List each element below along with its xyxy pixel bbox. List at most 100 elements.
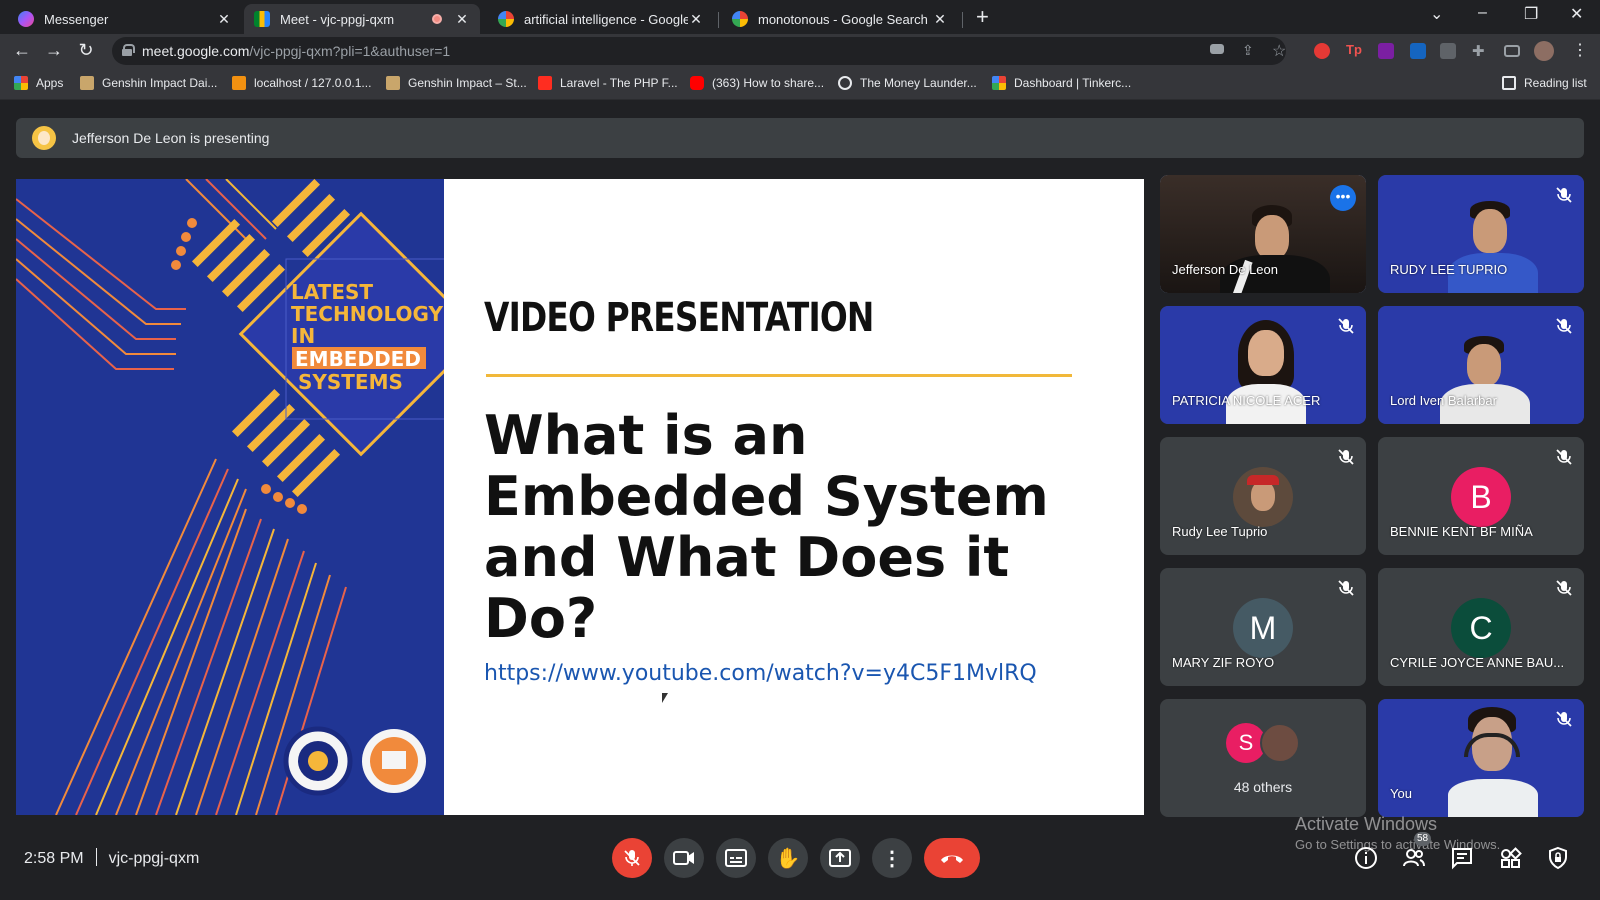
tab-monotonous[interactable]: monotonous - Google Search ✕ [722,4,958,34]
participant-tile[interactable]: Rudy Lee Tuprio [1160,437,1366,555]
close-tab-icon[interactable]: ✕ [216,11,232,28]
browser-menu-icon[interactable]: ⋮ [1568,40,1592,60]
extension-blue-icon[interactable] [1410,43,1426,59]
logo-line-3: IN [291,324,315,348]
participant-name: MARY ZIF ROYO [1172,655,1275,670]
others-tile[interactable]: S 48 others [1160,699,1366,817]
tab-title: Meet - vjc-ppgj-qxm [280,11,395,27]
bookmark-genshin-daily[interactable]: Genshin Impact Dai... [80,76,217,90]
present-now-button[interactable] [820,838,860,878]
bookmark-genshin-st[interactable]: Genshin Impact – St... [386,76,527,90]
bookmark-youtube[interactable]: (363) How to share... [690,76,824,90]
tab-divider [962,12,963,28]
host-controls-shield-icon[interactable] [1546,846,1570,870]
close-tab-icon[interactable]: ✕ [454,11,470,28]
restore-icon[interactable]: ❐ [1524,4,1538,24]
participant-count-badge: 58 [1414,832,1432,846]
activities-icon[interactable] [1498,846,1522,870]
extension-tp-icon[interactable]: Tp [1346,42,1362,58]
profile-avatar[interactable] [1534,41,1554,61]
slide-youtube-link[interactable]: https://www.youtube.com/watch?v=y4C5F1Mv… [484,661,1037,686]
present-screen-icon [829,849,851,867]
participant-tile[interactable]: Lord Iven Balarbar [1378,306,1584,424]
participant-name: Rudy Lee Tuprio [1172,524,1268,539]
presenter-text: Jefferson De Leon is presenting [72,130,270,146]
minimize-icon[interactable]: – [1478,4,1487,22]
tab-divider [718,12,719,28]
bookmark-laravel[interactable]: Laravel - The PHP F... [538,76,678,90]
new-tab-icon[interactable]: + [976,6,989,28]
captions-button[interactable] [716,838,756,878]
forward-icon[interactable]: → [42,40,66,61]
people-icon[interactable] [1402,846,1426,870]
tab-messenger[interactable]: Messenger ✕ [8,4,242,34]
google-icon [732,11,748,27]
back-icon[interactable]: ← [10,40,34,61]
more-vert-icon: ⋮ [882,847,902,870]
extension-red-icon[interactable] [1314,43,1330,59]
reading-list[interactable]: Reading list [1502,76,1587,90]
bookmark-apps[interactable]: Apps [14,76,63,90]
chat-icon[interactable] [1450,846,1474,870]
cast-icon[interactable] [1504,45,1520,57]
others-count-label: 48 others [1233,779,1293,795]
lock-icon[interactable] [122,44,135,56]
extension-purple-icon[interactable] [1378,43,1394,59]
meeting-details-info-icon[interactable] [1354,846,1378,870]
extension-grey-icon[interactable] [1440,43,1456,59]
mic-off-icon [1556,187,1572,203]
bookmark-tinkercad[interactable]: Dashboard | Tinkerc... [992,76,1131,90]
camera-in-use-icon[interactable] [1210,44,1224,54]
participant-tile[interactable]: ••• Jefferson De Leon [1160,175,1366,293]
url-text[interactable]: meet.google.com/vjc-ppgj-qxm?pli=1&authu… [142,43,450,59]
more-options-icon[interactable]: ••• [1330,185,1356,211]
tab-artificial-intelligence[interactable]: artificial intelligence - Google Sea ✕ [488,4,714,34]
meeting-info: 2:58 PM vjc-ppgj-qxm [24,848,199,868]
participant-tile[interactable]: RUDY LEE TUPRIO [1378,175,1584,293]
bookmark-money-launder[interactable]: The Money Launder... [838,76,977,90]
browser-toolbar: ← → ↻ meet.google.com/vjc-ppgj-qxm?pli=1… [0,34,1600,68]
share-icon[interactable]: ⇪ [1242,42,1258,58]
close-tab-icon[interactable]: ✕ [688,11,704,28]
bookmark-localhost[interactable]: localhost / 127.0.0.1... [232,76,371,90]
participant-tile[interactable]: M MARY ZIF ROYO [1160,568,1366,686]
reload-icon[interactable]: ↻ [74,40,98,61]
close-tab-icon[interactable]: ✕ [932,11,948,28]
genshin-favicon [80,76,94,90]
avatar: C [1451,598,1511,658]
tab-meet[interactable]: Meet - vjc-ppgj-qxm ✕ [244,4,480,34]
logo-line-4: EMBEDDED [295,347,421,371]
participant-tile[interactable]: PATRICIA NICOLE ACER [1160,306,1366,424]
camera-toggle-button[interactable] [664,838,704,878]
google-icon [498,11,514,27]
logo-line-1: LATEST [291,280,373,304]
slide-divider [486,374,1072,377]
avatar [1260,723,1300,763]
recording-indicator-icon [432,14,442,24]
extensions-puzzle-icon[interactable]: ✚ [1472,42,1488,60]
bookmark-star-icon[interactable]: ☆ [1272,41,1288,60]
closed-captions-icon [725,849,747,867]
self-tile[interactable]: You [1378,699,1584,817]
participant-name: Lord Iven Balarbar [1390,393,1497,408]
tab-search-chevron-icon[interactable]: ⌄ [1430,4,1443,24]
genshin-favicon [386,76,400,90]
logo-line-5: SYSTEMS [298,370,403,394]
close-window-icon[interactable]: ✕ [1570,4,1583,24]
participant-name: You [1390,786,1412,801]
tab-title: artificial intelligence - Google Sea [524,11,688,27]
participant-name: PATRICIA NICOLE ACER [1172,393,1321,408]
more-options-button[interactable]: ⋮ [872,838,912,878]
raise-hand-button[interactable]: ✋ [768,838,808,878]
participant-tile[interactable]: C CYRILE JOYCE ANNE BAU... [1378,568,1584,686]
leave-call-button[interactable] [924,838,980,878]
avatar: M [1233,598,1293,658]
participant-tile[interactable]: B BENNIE KENT BF MIÑA [1378,437,1584,555]
google-meet-icon [254,11,270,27]
presenter-avatar [32,126,56,150]
participant-name: Jefferson De Leon [1172,262,1278,277]
microphone-toggle-button[interactable] [612,838,652,878]
mic-off-icon [1338,449,1354,465]
messenger-icon [18,11,34,27]
address-bar[interactable]: meet.google.com/vjc-ppgj-qxm?pli=1&authu… [112,37,1286,65]
